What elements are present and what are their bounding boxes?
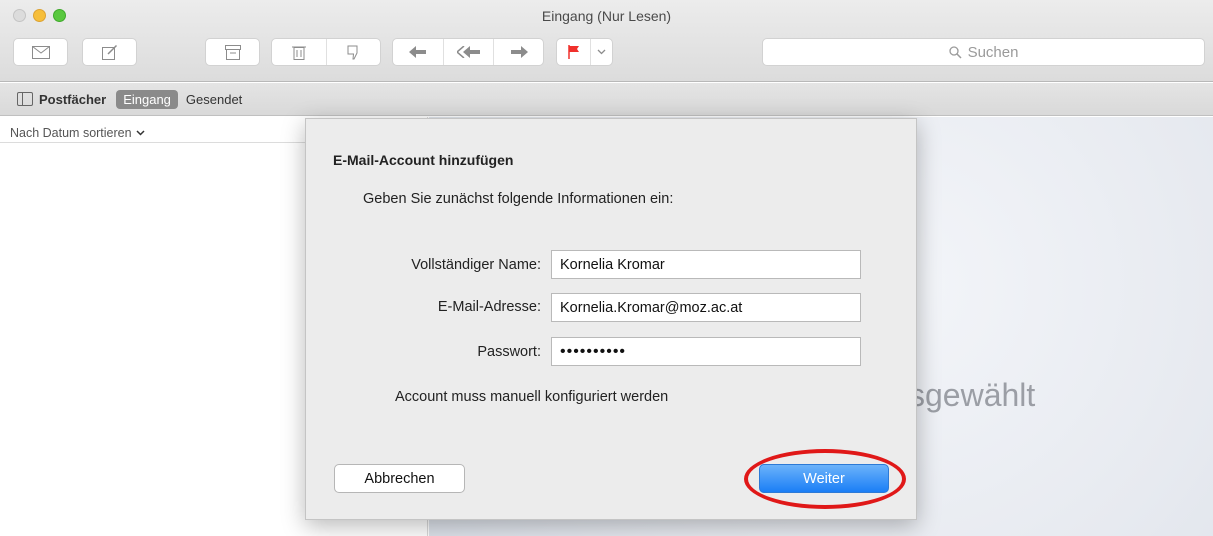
mailboxes-label: Postfächer <box>39 91 107 107</box>
compose-icon <box>101 44 117 60</box>
full-name-label: Vollständiger Name: <box>411 257 541 273</box>
password-field[interactable]: •••••••••• <box>551 337 861 366</box>
flag-group <box>556 38 613 66</box>
email-value: Kornelia.Kromar@moz.ac.at <box>560 299 743 316</box>
email-field[interactable]: Kornelia.Kromar@moz.ac.at <box>551 293 861 322</box>
password-value: •••••••••• <box>560 342 627 360</box>
sort-label: Nach Datum sortieren <box>10 125 132 140</box>
search-field[interactable]: Suchen <box>762 38 1205 66</box>
trash-icon <box>292 46 307 60</box>
email-label: E-Mail-Adresse: <box>437 299 541 315</box>
favorite-sent[interactable]: Gesendet <box>186 92 242 107</box>
get-mail-button[interactable] <box>13 38 68 66</box>
window-title: Eingang (Nur Lesen) <box>541 8 672 24</box>
compose-button[interactable] <box>82 38 137 66</box>
delete-button[interactable] <box>272 39 326 65</box>
reply-all-button[interactable] <box>442 39 494 65</box>
flag-button[interactable] <box>557 39 590 65</box>
favorite-inbox[interactable]: Eingang <box>116 89 178 109</box>
mail-window: Eingang (Nur Lesen) Suchen Postfächer Ei… <box>0 0 1213 536</box>
junk-button[interactable] <box>326 39 380 65</box>
cancel-button[interactable]: Abbrechen <box>334 464 465 493</box>
flag-menu-button[interactable] <box>590 39 612 65</box>
envelope-icon <box>31 45 50 59</box>
highlight-annotation-ring <box>744 449 906 509</box>
archive-button[interactable] <box>205 38 260 66</box>
chevron-down-icon <box>136 129 145 136</box>
flag-icon <box>567 45 579 59</box>
forward-button[interactable] <box>493 39 543 65</box>
reply-group <box>392 38 544 66</box>
full-name-field[interactable]: Kornelia Kromar <box>551 250 861 279</box>
thumbs-down-icon <box>347 45 358 60</box>
reply-button[interactable] <box>393 39 443 65</box>
sidebar-icon <box>17 92 33 106</box>
delete-junk-group <box>271 38 381 66</box>
no-message-selected-text: sgewählt <box>909 377 1036 413</box>
reply-arrow-icon <box>408 46 426 58</box>
title-bar: Eingang (Nur Lesen) Suchen <box>0 0 1213 82</box>
reply-all-arrow-icon <box>456 46 480 58</box>
chevron-down-icon <box>597 49 606 55</box>
forward-arrow-icon <box>510 46 528 58</box>
dialog-subtitle: Geben Sie zunächst folgende Informatione… <box>363 191 674 207</box>
full-name-value: Kornelia Kromar <box>560 256 665 273</box>
archive-icon <box>224 44 241 60</box>
dialog-title: E-Mail-Account hinzufügen <box>333 152 514 168</box>
manual-config-message: Account muss manuell konfiguriert werden <box>395 389 669 405</box>
mailboxes-button[interactable]: Postfächer <box>17 92 106 107</box>
favorites-bar: Postfächer Eingang Gesendet <box>0 83 1213 116</box>
password-label: Passwort: <box>477 344 541 360</box>
